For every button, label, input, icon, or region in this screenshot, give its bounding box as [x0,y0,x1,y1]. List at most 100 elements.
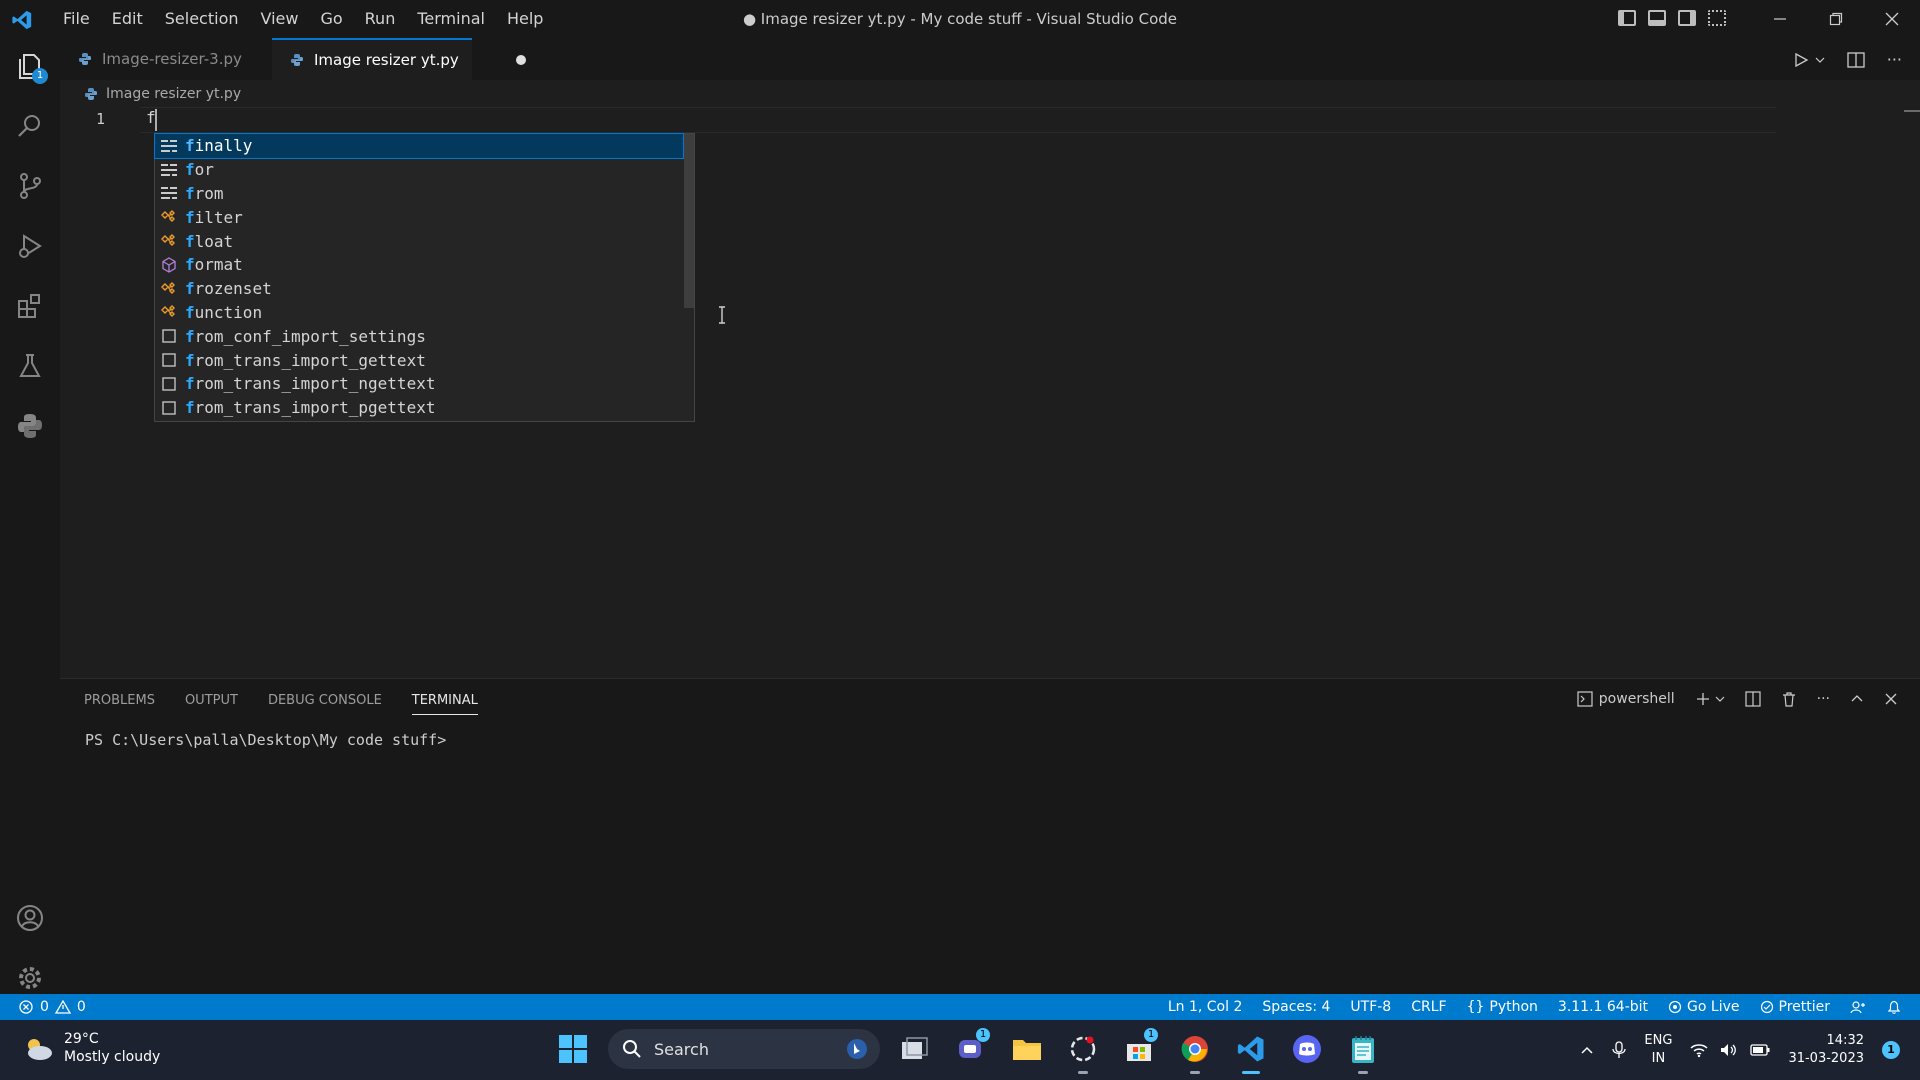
tab-terminal[interactable]: TERMINAL [411,693,478,715]
start-button[interactable] [552,1028,594,1070]
toggle-primary-sidebar-icon[interactable] [1618,10,1636,26]
language-mode[interactable]: {} Python [1467,999,1538,1015]
suggestion-item[interactable]: finally [154,133,684,159]
tab-image-resizer-3[interactable]: Image-resizer-3.py [60,38,273,80]
microphone-icon[interactable] [1612,1041,1627,1059]
suggestion-rest: rom_conf_import_settings [194,326,426,346]
status-problems[interactable]: 0 0 [18,994,86,1020]
suggestion-item[interactable]: float [155,229,683,253]
new-terminal-plus-icon[interactable] [1695,691,1711,707]
encoding[interactable]: UTF-8 [1350,999,1391,1015]
python-icon[interactable] [14,410,46,442]
restore-icon [1829,12,1843,26]
menu-edit[interactable]: Edit [103,0,152,38]
menu-run[interactable]: Run [356,0,405,38]
keyword-icon [159,136,179,156]
title-bar: File Edit Selection View Go Run Terminal… [0,0,1920,38]
teams-chat-app[interactable]: 1 [950,1028,992,1070]
menu-file[interactable]: File [54,0,99,38]
chevron-up-icon[interactable] [1850,692,1864,706]
suggestion-item[interactable]: from_conf_import_settings [155,324,683,348]
accounts-icon[interactable] [14,902,46,934]
indentation[interactable]: Spaces: 4 [1262,999,1330,1015]
suggestion-item[interactable]: filter [155,205,683,229]
file-explorer-app[interactable] [1006,1028,1048,1070]
suggestion-rest: rozenset [194,279,272,299]
suggestion-item[interactable]: from_trans_import_ngettext [155,372,683,396]
notepad-app[interactable] [1342,1028,1384,1074]
chevron-up-icon[interactable] [1580,1043,1594,1057]
bing-icon [847,1039,867,1059]
more-actions-icon[interactable]: ··· [1887,50,1902,69]
extensions-icon[interactable] [14,290,46,322]
menu-go[interactable]: Go [311,0,351,38]
chatgpt-app[interactable] [1062,1028,1104,1074]
testing-icon[interactable] [14,350,46,382]
trash-icon[interactable] [1781,691,1797,707]
quick-settings[interactable] [1690,1042,1770,1058]
input-language[interactable]: ENG IN [1644,1032,1672,1068]
terminal-shell-selector[interactable]: powershell [1577,691,1675,707]
prettier-status[interactable]: Prettier [1760,999,1830,1015]
feedback-icon[interactable] [1850,999,1866,1015]
suggestion-item[interactable]: frozenset [155,277,683,301]
suggestion-item[interactable]: from_trans_import_pgettext [155,396,683,420]
vscode-logo-icon[interactable] [10,9,34,31]
suggest-scrollbar[interactable] [684,134,694,308]
notifications-bell-icon[interactable] [1886,999,1902,1015]
tab-debug-console[interactable]: DEBUG CONSOLE [268,693,382,715]
close-window-button[interactable] [1864,0,1920,38]
minimize-button[interactable] [1752,0,1808,38]
cursor-position[interactable]: Ln 1, Col 2 [1168,999,1243,1015]
menu-view[interactable]: View [252,0,308,38]
minimap[interactable] [1904,110,1920,112]
broadcast-icon [1668,1000,1682,1014]
go-live-button[interactable]: Go Live [1668,999,1740,1015]
tab-output[interactable]: OUTPUT [185,693,238,715]
chevron-down-icon[interactable] [1815,55,1825,65]
suggestion-item[interactable]: for [155,158,683,182]
restore-button[interactable] [1808,0,1864,38]
toggle-panel-icon[interactable] [1648,10,1666,26]
customize-layout-icon[interactable] [1708,10,1726,26]
temperature: 29°C [64,1031,99,1047]
toggle-secondary-sidebar-icon[interactable] [1678,10,1696,26]
suggestion-item[interactable]: function [155,301,683,325]
source-control-icon[interactable] [14,170,46,202]
split-editor-icon[interactable] [1847,51,1865,68]
unsaved-dot-icon[interactable] [516,55,526,65]
menu-selection[interactable]: Selection [156,0,248,38]
run-python-file-icon[interactable] [1793,52,1809,68]
suggestion-item[interactable]: from [155,182,683,206]
tab-image-resizer-yt[interactable]: Image resizer yt.py [272,38,472,80]
terminal-prompt[interactable]: PS C:\Users\palla\Desktop\My code stuff> [85,731,446,749]
chrome-app[interactable] [1174,1028,1216,1074]
tab-problems[interactable]: PROBLEMS [84,693,155,715]
suggestion-match: f [185,374,195,394]
close-panel-icon[interactable] [1884,692,1898,706]
run-debug-icon[interactable] [14,230,46,262]
breadcrumb-file[interactable]: Image resizer yt.py [106,86,241,102]
weather-widget[interactable]: 29°C Mostly cloudy [22,1030,160,1066]
search-icon[interactable] [14,110,46,142]
suggestion-item[interactable]: format [155,253,683,277]
taskbar-search-box[interactable]: Search [608,1029,880,1069]
suggestion-rest: ormat [194,255,243,275]
task-view-button[interactable] [894,1028,936,1070]
menu-terminal[interactable]: Terminal [408,0,494,38]
notification-center-badge[interactable]: 1 [1882,1041,1900,1059]
suggestion-item[interactable]: from_trans_import_gettext [155,348,683,372]
discord-app[interactable] [1286,1028,1328,1070]
microsoft-store-app[interactable]: 1 [1118,1028,1160,1070]
manage-gear-icon[interactable] [14,962,46,994]
end-of-line[interactable]: CRLF [1411,999,1446,1015]
more-actions-icon[interactable]: ··· [1817,691,1830,707]
clock[interactable]: 14:32 31-03-2023 [1788,1032,1864,1068]
menu-help[interactable]: Help [498,0,552,38]
vscode-app[interactable] [1230,1028,1272,1074]
suggestion-label: from_trans_import_gettext [185,351,426,370]
chevron-down-icon[interactable] [1715,694,1725,704]
suggestion-label: format [185,255,243,274]
split-terminal-icon[interactable] [1745,691,1761,707]
python-interpreter[interactable]: 3.11.1 64-bit [1558,999,1648,1015]
